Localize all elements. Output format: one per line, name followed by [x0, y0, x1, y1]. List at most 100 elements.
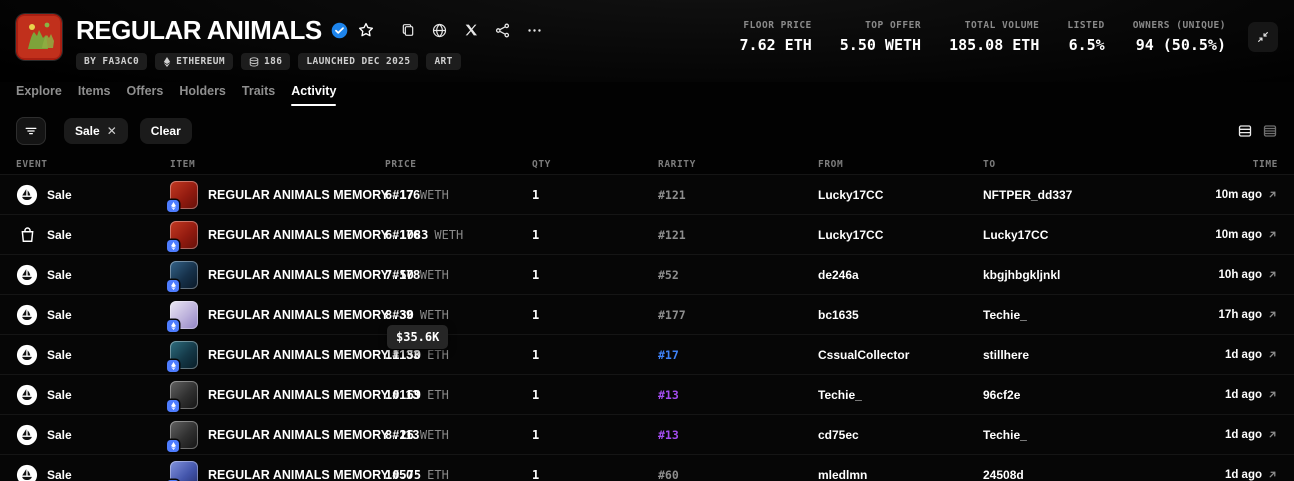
- opensea-icon: [16, 464, 38, 481]
- from-address[interactable]: cd75ec: [818, 428, 983, 442]
- remove-filter-icon[interactable]: ✕: [107, 124, 117, 138]
- from-address[interactable]: Lucky17CC: [818, 188, 983, 202]
- price-currency: ETH: [427, 388, 449, 402]
- to-address[interactable]: Techie_: [983, 428, 1158, 442]
- from-address[interactable]: mledlmn: [818, 468, 983, 481]
- compact-view-icon[interactable]: [1262, 123, 1278, 139]
- table-row[interactable]: Sale REGULAR ANIMALS MEMORY #39 8.30WETH…: [0, 294, 1294, 334]
- category-badge[interactable]: ART: [426, 53, 460, 70]
- to-address[interactable]: kbgjhbgkljnkl: [983, 268, 1158, 282]
- price-cell: 6.1083WETH: [385, 228, 532, 242]
- external-link-icon: [1267, 189, 1278, 200]
- tx-link[interactable]: 1d ago: [1158, 389, 1278, 401]
- item-thumbnail: [170, 421, 198, 449]
- table-row[interactable]: Sale REGULAR ANIMALS MEMORY #176 6.17WET…: [0, 174, 1294, 214]
- stat-value: 185.08 ETH: [949, 36, 1039, 54]
- collection-header: REGULAR ANIMALS: [0, 0, 1294, 82]
- tx-link[interactable]: 1d ago: [1158, 429, 1278, 441]
- tx-link[interactable]: 10m ago: [1158, 189, 1278, 201]
- col-qty: QTY: [532, 159, 658, 170]
- item-link[interactable]: REGULAR ANIMALS MEMORY #39: [170, 301, 385, 329]
- tx-link[interactable]: 1d ago: [1158, 349, 1278, 361]
- item-link[interactable]: REGULAR ANIMALS MEMORY #178: [170, 261, 385, 289]
- clear-filters-button[interactable]: Clear: [140, 118, 192, 144]
- to-address[interactable]: Techie_: [983, 308, 1158, 322]
- rarity-rank[interactable]: #52: [658, 268, 679, 282]
- rarity-rank[interactable]: #13: [658, 428, 679, 442]
- from-address[interactable]: bc1635: [818, 308, 983, 322]
- chain-badge[interactable]: ETHEREUM: [155, 53, 233, 70]
- row-view-icon[interactable]: [1237, 123, 1253, 139]
- to-address[interactable]: stillhere: [983, 348, 1158, 362]
- tab-activity[interactable]: Activity: [291, 84, 336, 106]
- item-link[interactable]: REGULAR ANIMALS MEMORY #176: [170, 221, 385, 249]
- tx-link[interactable]: 10h ago: [1158, 269, 1278, 281]
- opensea-icon: [16, 264, 38, 286]
- table-row[interactable]: Sale REGULAR ANIMALS MEMORY #50 10.75ETH…: [0, 454, 1294, 481]
- col-rarity: RARITY: [658, 159, 818, 170]
- tab-traits[interactable]: Traits: [242, 84, 275, 106]
- item-link[interactable]: REGULAR ANIMALS MEMORY #50: [170, 461, 385, 481]
- quantity: 1: [532, 388, 658, 402]
- to-address[interactable]: Lucky17CC: [983, 228, 1158, 242]
- to-address[interactable]: 24508d: [983, 468, 1158, 481]
- collection-page: REGULAR ANIMALS: [0, 0, 1294, 481]
- item-link[interactable]: REGULAR ANIMALS MEMORY #113: [170, 381, 385, 409]
- to-address[interactable]: 96cf2e: [983, 388, 1158, 402]
- rarity-rank[interactable]: #17: [658, 348, 679, 362]
- creator-badge[interactable]: BY FA3AC0: [76, 53, 147, 70]
- from-address[interactable]: de246a: [818, 268, 983, 282]
- tx-link[interactable]: 1d ago: [1158, 469, 1278, 481]
- filter-toggle-button[interactable]: [16, 117, 46, 145]
- from-address[interactable]: CssualCollector: [818, 348, 983, 362]
- copy-address-icon[interactable]: [400, 22, 416, 38]
- collection-avatar[interactable]: [16, 14, 62, 60]
- table-row[interactable]: Sale REGULAR ANIMALS MEMORY #178 7.50WET…: [0, 254, 1294, 294]
- rarity-rank[interactable]: #177: [658, 308, 686, 322]
- item-link[interactable]: REGULAR ANIMALS MEMORY #176: [170, 181, 385, 209]
- view-density-toggles: [1237, 123, 1278, 139]
- x-twitter-icon[interactable]: [463, 22, 479, 38]
- table-row[interactable]: Sale REGULAR ANIMALS MEMORY #113 8.26WET…: [0, 414, 1294, 454]
- to-address[interactable]: NFTPER_dd337: [983, 188, 1158, 202]
- collapse-header-button[interactable]: [1248, 22, 1278, 52]
- rarity-rank[interactable]: #121: [658, 188, 686, 202]
- rarity-rank[interactable]: #121: [658, 228, 686, 242]
- more-options-icon[interactable]: [526, 22, 543, 39]
- watchlist-star-icon[interactable]: [357, 21, 375, 39]
- opensea-icon: [16, 384, 38, 406]
- tab-offers[interactable]: Offers: [127, 84, 164, 106]
- share-icon[interactable]: [494, 22, 511, 39]
- price-amount: 6.1083: [385, 228, 428, 242]
- from-address[interactable]: Lucky17CC: [818, 228, 983, 242]
- stat-top-offer: TOP OFFER 5.50 WETH: [840, 20, 921, 54]
- opensea-icon: [16, 424, 38, 446]
- tab-explore[interactable]: Explore: [16, 84, 62, 106]
- rarity-rank[interactable]: #13: [658, 388, 679, 402]
- filter-chip-sale[interactable]: Sale ✕: [64, 118, 128, 144]
- website-globe-icon[interactable]: [431, 22, 448, 39]
- table-row[interactable]: Sale REGULAR ANIMALS MEMORY #133 11.50ET…: [0, 334, 1294, 374]
- supply-badge[interactable]: 186: [241, 53, 290, 70]
- tab-holders[interactable]: Holders: [179, 84, 226, 106]
- price-cell: 10.75ETH: [385, 468, 532, 481]
- item-link[interactable]: REGULAR ANIMALS MEMORY #133: [170, 341, 385, 369]
- from-address[interactable]: Techie_: [818, 388, 983, 402]
- ethereum-icon: [163, 57, 171, 67]
- time-ago: 17h ago: [1219, 309, 1262, 321]
- tx-link[interactable]: 17h ago: [1158, 309, 1278, 321]
- table-row[interactable]: Sale REGULAR ANIMALS MEMORY #176 6.1083W…: [0, 214, 1294, 254]
- rarity-rank[interactable]: #60: [658, 468, 679, 481]
- eth-chain-badge-icon: [167, 280, 179, 292]
- tx-link[interactable]: 10m ago: [1158, 229, 1278, 241]
- external-link-icon: [1267, 429, 1278, 440]
- eth-chain-badge-icon: [167, 240, 179, 252]
- stat-listed: LISTED 6.5%: [1067, 20, 1104, 54]
- price-cell: 7.50WETH: [385, 268, 532, 282]
- item-thumbnail: [170, 181, 198, 209]
- collection-stats: FLOOR PRICE 7.62 ETH TOP OFFER 5.50 WETH…: [740, 20, 1226, 54]
- item-link[interactable]: REGULAR ANIMALS MEMORY #113: [170, 421, 385, 449]
- tab-items[interactable]: Items: [78, 84, 111, 106]
- table-row[interactable]: Sale REGULAR ANIMALS MEMORY #113 10.69ET…: [0, 374, 1294, 414]
- time-ago: 10m ago: [1215, 189, 1262, 201]
